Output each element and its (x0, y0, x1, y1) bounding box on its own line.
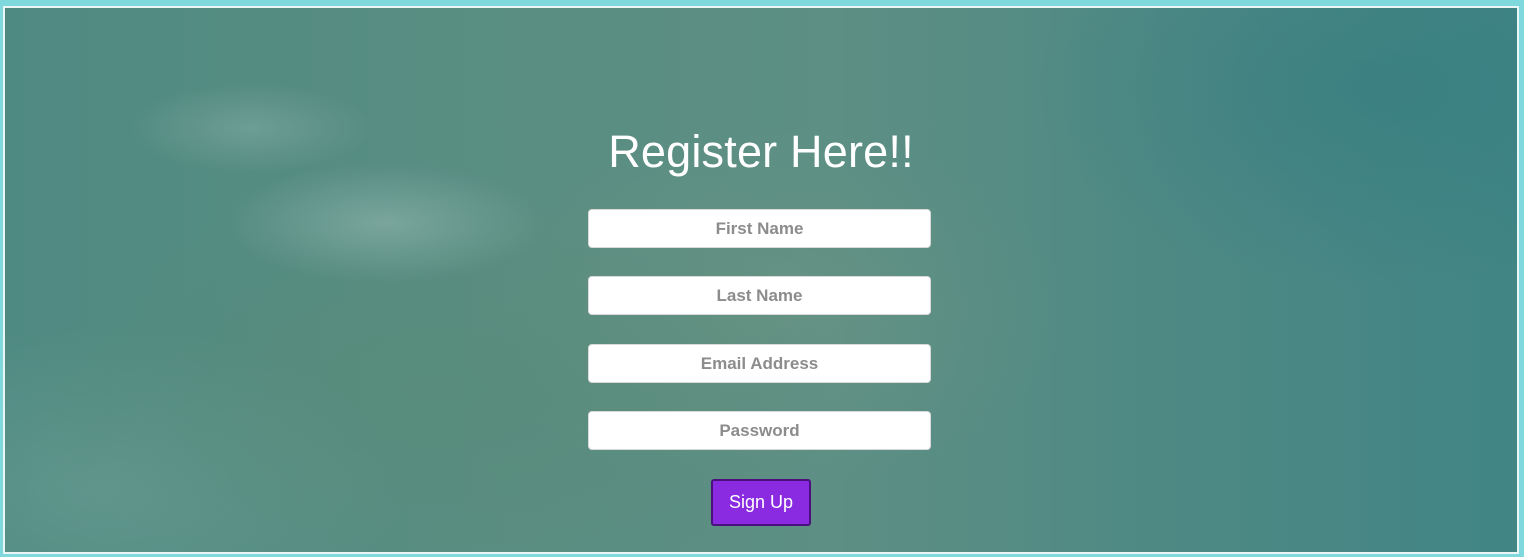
page-background: Register Here!! Sign Up (0, 0, 1524, 557)
page-title: Register Here!! (608, 126, 914, 177)
password-input[interactable] (588, 411, 931, 450)
first-name-input[interactable] (588, 209, 931, 248)
email-input[interactable] (588, 344, 931, 383)
registration-panel: Register Here!! Sign Up (3, 6, 1519, 554)
last-name-input[interactable] (588, 276, 931, 315)
sign-up-button[interactable]: Sign Up (711, 479, 811, 526)
